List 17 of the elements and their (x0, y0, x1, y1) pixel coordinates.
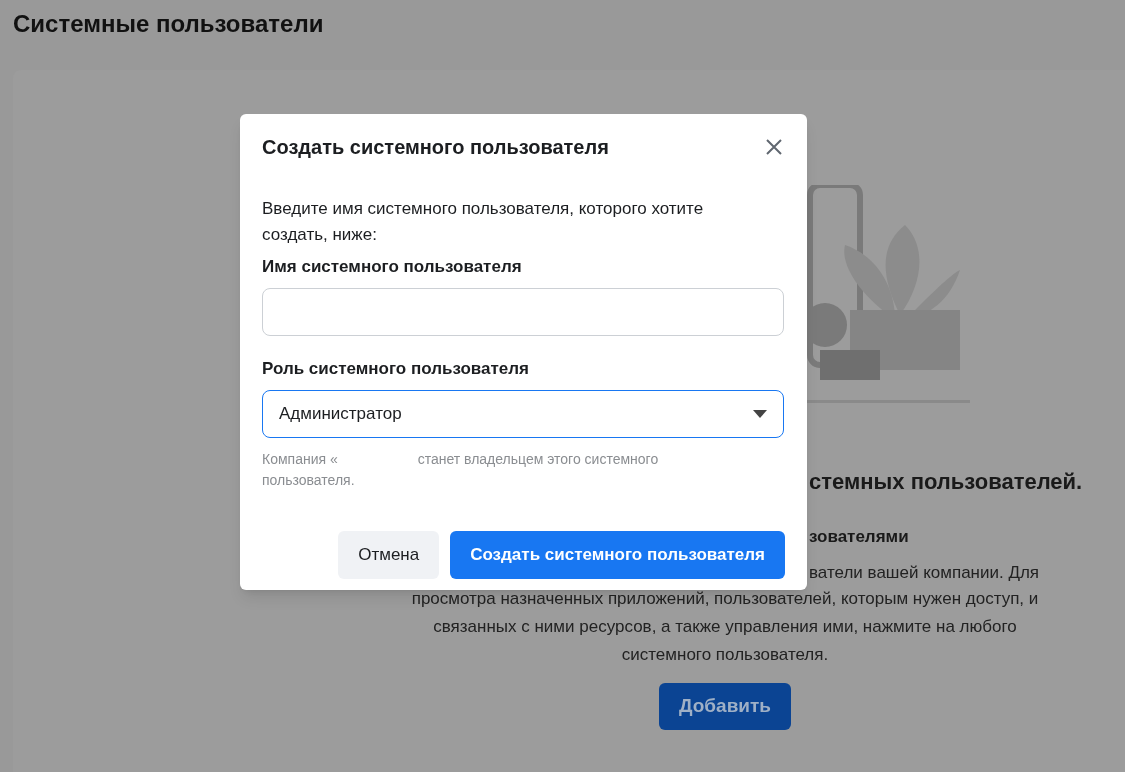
create-button[interactable]: Создать системного пользователя (450, 531, 785, 579)
field-label: Роль системного пользователя (262, 357, 531, 380)
name-input[interactable] (262, 287, 784, 336)
empty-state-subheading: зователями (809, 526, 910, 548)
close-icon[interactable] (764, 137, 784, 157)
page-title: Системные пользователи (13, 9, 324, 39)
caret-icon (753, 410, 767, 418)
empty-state-heading: стемных пользователей. (809, 468, 1084, 496)
helper-text: Компания « станет владельцем этого системного пользователя. (262, 450, 660, 490)
cancel-button[interactable]: Отмена (338, 531, 440, 579)
empty-state-paragraph: просмотра назначенных приложений, пользователей, которым нужен доступ, и связанных с ними ресурсов, а также управления ими, нажмите на любого системного пользователя. (410, 588, 1040, 666)
dialog-title: Создать системного пользователя (262, 135, 609, 160)
role-select[interactable]: Администратор (262, 390, 784, 438)
add-button[interactable]: Добавить (659, 683, 792, 730)
dialog-description: Введите имя системного пользователя, которого хотите создать, ниже: (262, 198, 705, 246)
empty-state-text: ватели вашей компании. Для (809, 561, 1041, 584)
field-label: Имя системного пользователя (262, 256, 523, 278)
